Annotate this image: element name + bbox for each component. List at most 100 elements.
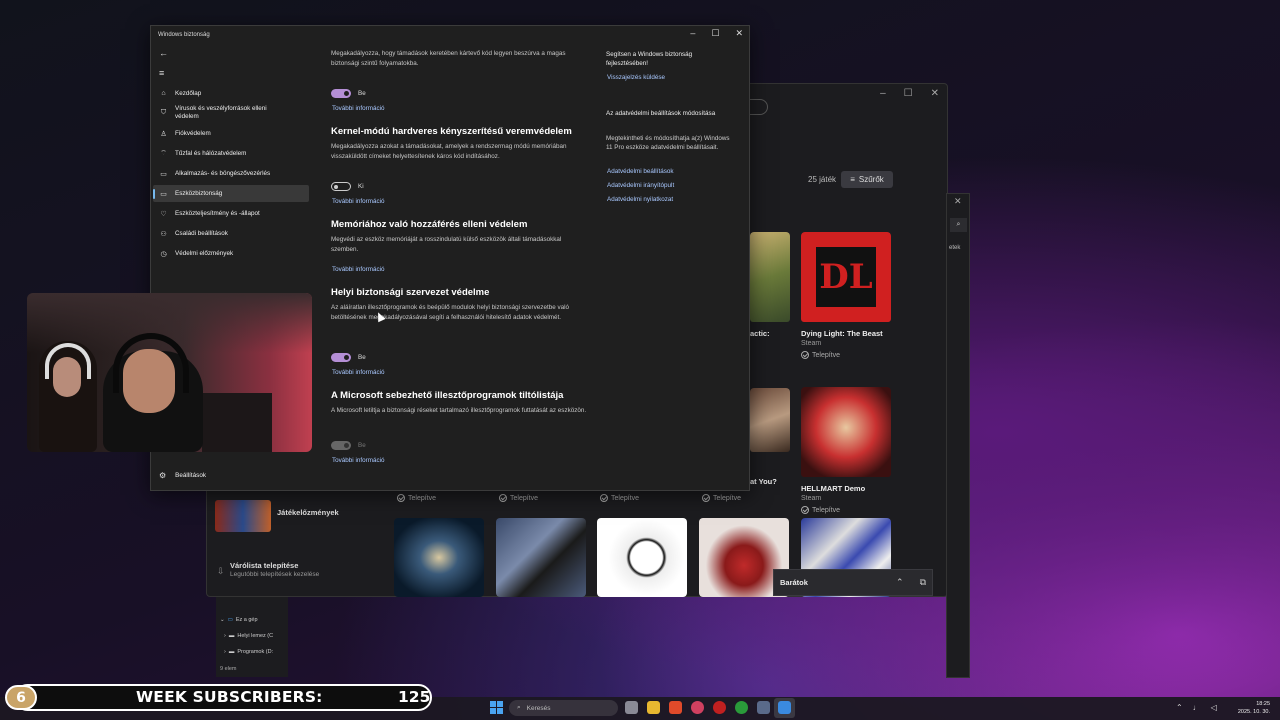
more-info-link[interactable]: További információ: [332, 105, 385, 112]
toggle-switch[interactable]: [331, 182, 351, 191]
brave-browser-icon[interactable]: [669, 701, 682, 714]
filter-button[interactable]: ≡ Szűrők: [841, 171, 893, 188]
friends-panel[interactable]: Barátok ⌃ ⧉: [773, 569, 933, 596]
game-art: [750, 388, 790, 452]
nav-item-family-options[interactable]: ⚇ Családi beállítások: [153, 225, 309, 242]
history-thumbnails[interactable]: [215, 500, 271, 532]
taskbar-search[interactable]: ⌕ Keresés: [509, 700, 618, 716]
top-toggle[interactable]: Be: [331, 89, 366, 98]
nav-item-virus-protection[interactable]: ⛉ Vírusok és veszélyforrások elleni véde…: [153, 102, 309, 124]
windows-start-icon[interactable]: [490, 701, 503, 714]
nav-item-device-performance[interactable]: ♡ Eszközteljesítmény és -állapot: [153, 205, 309, 222]
wishlist-subtitle: Legutóbbi telepítések kezelése: [230, 571, 320, 578]
file-explorer-icon[interactable]: [647, 701, 660, 714]
nav-item-device-security[interactable]: ▭ Eszközbiztonság: [153, 185, 309, 202]
game-art: DL: [801, 232, 891, 322]
speaker-icon[interactable]: ◁: [1211, 703, 1217, 712]
chevron-down-icon: ⌄: [220, 617, 225, 623]
history-label[interactable]: Játékelőzmények: [277, 508, 339, 517]
more-info-link[interactable]: További információ: [332, 266, 385, 273]
more-info-link[interactable]: További információ: [332, 198, 385, 205]
system-tray: ⌃ ♩ ◁: [1176, 703, 1217, 712]
game-card[interactable]: DL Dying Light: The Beast Steam Telepítv…: [801, 232, 891, 359]
webcam-overlay: [27, 293, 312, 452]
check-icon: [801, 506, 809, 514]
installed-status: Telepítve: [397, 494, 436, 502]
toggle-switch[interactable]: [331, 353, 351, 362]
tree-item-this-pc[interactable]: ⌄ ▭ Ez a gép: [220, 617, 258, 623]
nav-item-firewall[interactable]: ⌔ Tűzfal és hálózatvédelem: [153, 145, 309, 162]
browser-icon[interactable]: [691, 701, 704, 714]
more-info-link[interactable]: További információ: [332, 369, 385, 376]
xbox-icon[interactable]: [735, 701, 748, 714]
game-card[interactable]: [394, 518, 484, 597]
toggle-switch[interactable]: [331, 89, 351, 98]
nav-item-app-browser-control[interactable]: ▭ Alkalmazás- és böngészővezérlés: [153, 165, 309, 182]
privacy-dashboard-link[interactable]: Adatvédelmi irányítópult: [607, 182, 674, 189]
game-card-partial[interactable]: at You?: [750, 388, 790, 486]
app-window-icon: ▭: [160, 170, 167, 178]
top-description: Megakadályozza, hogy támadások keretében…: [331, 50, 566, 67]
lsa-protection-title: Helyi biztonsági szervezet védelme: [331, 287, 490, 298]
minimize-icon[interactable]: –: [690, 28, 695, 39]
memory-access-description: Megvédi az eszköz memóriáját a rosszindu…: [331, 236, 562, 253]
window-title: Windows biztonság: [158, 32, 210, 38]
back-arrow-icon[interactable]: ←: [159, 48, 168, 58]
subscriber-count: 125: [398, 688, 431, 706]
taskbar-clock[interactable]: 18:25 2025. 10. 30.: [1232, 700, 1270, 716]
tree-item-drive-c[interactable]: › ▬ Helyi lemez (C: [224, 633, 273, 639]
kernel-stack-toggle[interactable]: Ki: [331, 182, 364, 191]
microphone-icon[interactable]: ♩: [1193, 703, 1201, 712]
settings-nav-item[interactable]: ⚙ Beállítások: [153, 471, 206, 480]
game-card[interactable]: HELLMART Demo Steam Telepítve: [801, 387, 891, 514]
toggle-switch: [331, 441, 351, 450]
app-icon[interactable]: [713, 701, 726, 714]
search-icon[interactable]: ⌕: [950, 218, 967, 232]
filter-label: Szűrők: [858, 175, 884, 184]
close-icon[interactable]: ✕: [735, 28, 743, 39]
download-icon: ⇩: [217, 566, 225, 576]
tree-item-drive-d[interactable]: › ▬ Programok (D:: [224, 649, 273, 655]
chevron-right-icon: ›: [224, 633, 226, 639]
app-icon[interactable]: [757, 701, 770, 714]
file-explorer-pane: ⌄ ▭ Ez a gép › ▬ Helyi lemez (C › ▬ Prog…: [216, 597, 288, 677]
lsa-protection-description: Az aláíratlan illesztőprogramok és beépü…: [331, 304, 570, 321]
nav-item-account-protection[interactable]: ♙ Fiókvédelem: [153, 125, 309, 142]
game-art: [801, 387, 891, 477]
minimize-icon[interactable]: –: [880, 88, 886, 99]
popout-icon[interactable]: ⧉: [920, 577, 926, 588]
task-view-icon[interactable]: [625, 701, 638, 714]
game-logo: DL: [816, 247, 876, 307]
game-title: HELLMART Demo: [801, 484, 866, 493]
windows-security-icon[interactable]: [778, 701, 791, 714]
friends-label: Barátok: [780, 578, 808, 587]
game-card[interactable]: [496, 518, 586, 597]
family-icon: ⚇: [160, 230, 167, 238]
privacy-settings-link[interactable]: Adatvédelmi beállítások: [607, 168, 674, 175]
computer-icon: ▭: [227, 617, 233, 623]
lsa-protection-toggle[interactable]: Be: [331, 353, 366, 362]
feedback-link[interactable]: Visszajelzés küldése: [607, 74, 665, 81]
game-card-partial[interactable]: actic:: [750, 232, 790, 338]
privacy-statement-link[interactable]: Adatvédelmi nyilatkozat: [607, 196, 673, 203]
nav-item-protection-history[interactable]: ◷ Védelmi előzmények: [153, 245, 309, 262]
nav-item-home[interactable]: ⌂ Kezdőlap: [153, 85, 309, 102]
clock-time: 18:25: [1256, 701, 1270, 707]
wishlist-title[interactable]: Várólista telepítése: [230, 561, 298, 570]
game-card[interactable]: [597, 518, 687, 597]
driver-blocklist-description: A Microsoft letiltja a biztonsági réseke…: [331, 407, 587, 414]
maximize-icon[interactable]: ☐: [711, 28, 719, 39]
chevron-up-icon[interactable]: ⌃: [896, 577, 904, 588]
subscriber-badge: 6: [5, 685, 37, 710]
close-icon[interactable]: ✕: [931, 88, 939, 99]
game-title: actic:: [750, 329, 770, 338]
installed-status: Telepítve: [801, 506, 891, 514]
close-icon[interactable]: ✕: [954, 196, 962, 207]
person-icon: ♙: [160, 130, 167, 138]
gear-icon: ⚙: [159, 471, 167, 480]
maximize-icon[interactable]: ☐: [904, 88, 913, 99]
wifi-icon: ⌔: [160, 150, 167, 157]
more-info-link[interactable]: További információ: [332, 457, 385, 464]
hamburger-menu-icon[interactable]: ≡: [159, 68, 164, 78]
chevron-up-icon[interactable]: ⌃: [1176, 703, 1183, 712]
